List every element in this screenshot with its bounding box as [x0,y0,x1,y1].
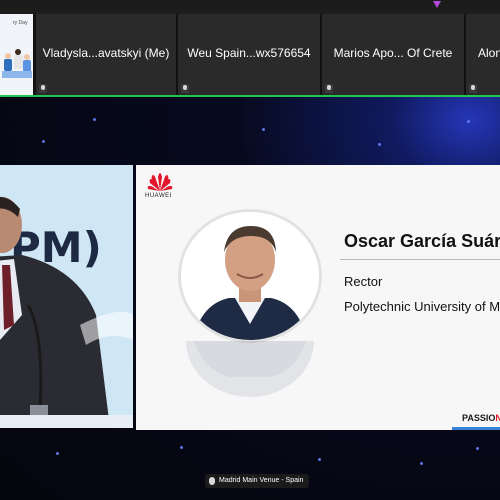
people-illustration-icon [0,14,33,96]
backdrop-sparkle [378,143,381,146]
backdrop-sparkle [476,447,479,450]
backdrop-sparkle [420,462,423,465]
participant-tile-1[interactable]: Vladysla...avatskyi (Me) [36,14,176,96]
huawei-logo-icon [147,173,173,191]
portrait-reflection [184,341,316,397]
thumbnail-caption: ry Day [13,20,28,26]
venue-name: Madrid Main Venue - Spain [219,477,304,484]
participant-name: Weu Spain...wx576654 [187,46,311,60]
mic-muted-icon [325,84,333,93]
cursor-icon [433,1,441,8]
mic-muted-icon [469,84,477,93]
participant-strip: ry Day Vladysla...avatskyi (Me) Weu Spai… [0,14,500,96]
tagline-bar [452,427,500,430]
speaker-photo [181,212,319,340]
huawei-logo-text: HUAWEI [145,193,172,199]
divider [340,259,500,260]
speaker-video[interactable]: PM) [0,165,133,428]
mic-muted-icon [39,84,47,93]
active-speaker-indicator [0,95,500,97]
backdrop-sparkle [180,446,183,449]
speaker-organization: Polytechnic University of Madrid [344,299,500,314]
shared-thumbnail: ry Day [0,14,33,96]
mic-icon [209,477,215,485]
tagline-accent: N [495,413,500,423]
participant-name: Marios Apo... Of Crete [333,46,453,60]
backdrop-sparkle [262,128,265,131]
speaker-name: Oscar García Suárez [344,231,500,251]
participant-tile-0[interactable]: ry Day [0,14,33,96]
speaker-title: Rector [344,274,383,289]
backdrop-sparkle [93,118,96,121]
top-bar [0,0,500,14]
mic-muted-icon [181,84,189,93]
speaker-figure [0,197,133,428]
participant-tile-4[interactable]: Alon [466,14,500,96]
shared-slide[interactable]: HUAWEI Oscar García Suárez Rector Polyte… [136,165,500,430]
participant-name: Alon [478,46,500,60]
speaker-portrait [178,209,322,343]
tagline-prefix: PASSIO [462,413,496,423]
backdrop-sparkle [42,140,45,143]
backdrop-sparkle [56,452,59,455]
video-meeting-window: ry Day Vladysla...avatskyi (Me) Weu Spai… [0,0,500,500]
participant-name: Vladysla...avatskyi (Me) [42,46,170,60]
slide-tagline: PASSION [462,413,500,423]
participant-tile-3[interactable]: Marios Apo... Of Crete [322,14,464,96]
backdrop-sparkle [467,120,470,123]
venue-label: Madrid Main Venue - Spain [205,474,310,488]
participant-tile-2[interactable]: Weu Spain...wx576654 [178,14,320,96]
backdrop-sparkle [318,458,321,461]
